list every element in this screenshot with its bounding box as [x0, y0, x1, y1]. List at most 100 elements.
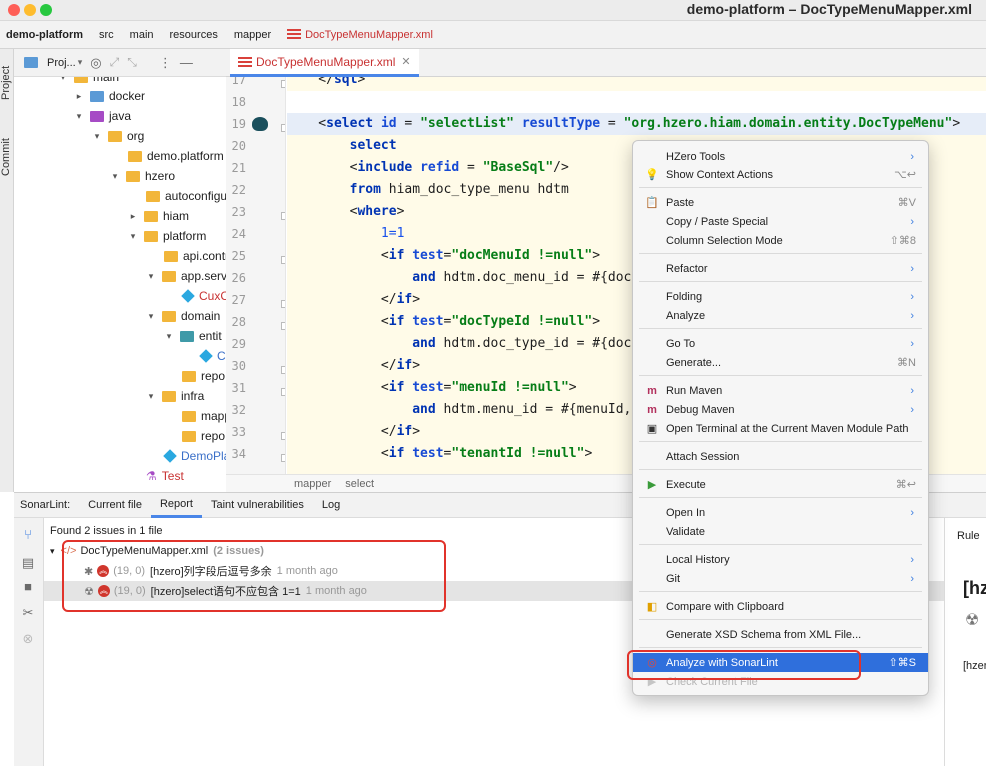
- fold-marker-icon[interactable]: [281, 212, 285, 220]
- chevron-right-icon: ›: [910, 384, 914, 397]
- fold-marker-icon[interactable]: [281, 256, 285, 264]
- chevron-down-icon: ▾: [148, 310, 154, 321]
- tree-item[interactable]: ▾ infra: [146, 386, 205, 406]
- menu-item-refactor[interactable]: Refactor ›: [633, 259, 928, 278]
- menu-item-debug-maven[interactable]: m Debug Maven ›: [633, 400, 928, 419]
- fold-marker-icon[interactable]: [281, 80, 285, 88]
- tab-report[interactable]: Report: [150, 492, 202, 518]
- tree-item[interactable]: ▾ hzero: [110, 166, 175, 186]
- tree-item[interactable]: ▸ docker: [74, 86, 145, 106]
- menu-item-execute[interactable]: ▶ Execute ⌘↩: [633, 475, 928, 494]
- menu-item-generate[interactable]: Generate... ⌘N: [633, 353, 928, 372]
- chevron-down-icon[interactable]: ▾: [78, 57, 83, 68]
- menu-item-open-in[interactable]: Open In ›: [633, 503, 928, 522]
- minimize-window-button[interactable]: [24, 4, 36, 16]
- project-tree: ▾main ▸docker ▾java ▾org demo.platform ▾…: [14, 77, 226, 492]
- folder-icon: [162, 390, 176, 402]
- editor-crumb-select[interactable]: select: [345, 478, 374, 490]
- tab-log[interactable]: Log: [313, 492, 349, 518]
- fold-marker-icon[interactable]: [281, 432, 285, 440]
- tree-item[interactable]: ⚗ Test: [146, 466, 184, 486]
- menu-item-open-terminal-maven[interactable]: ▣ Open Terminal at the Current Maven Modu…: [633, 419, 928, 438]
- mybatis-bird-icon[interactable]: [252, 117, 268, 131]
- window-title-bar: demo-platform – DocTypeMenuMapper.xml: [0, 0, 986, 21]
- fold-marker-icon[interactable]: [281, 322, 285, 330]
- menu-item-compare-with-clipboard[interactable]: ◧ Compare with Clipboard: [633, 597, 928, 616]
- menu-item-copy-paste-special[interactable]: Copy / Paste Special ›: [633, 212, 928, 231]
- tree-item[interactable]: api.contr: [164, 246, 226, 266]
- settings-tools-icon[interactable]: ✂: [21, 606, 35, 620]
- tree-item[interactable]: mapp: [182, 406, 226, 426]
- menu-item-local-history[interactable]: Local History ›: [633, 550, 928, 569]
- tab-rule[interactable]: Rule: [957, 530, 980, 542]
- project-tool-tab[interactable]: Project: [0, 55, 14, 111]
- chevron-right-icon: ▸: [130, 210, 136, 221]
- tree-item[interactable]: ▾ java: [74, 106, 131, 126]
- options-icon[interactable]: ⋮: [159, 55, 172, 71]
- expand-all-icon[interactable]: ⤢: [110, 55, 120, 70]
- menu-item-generate-xsd-schema[interactable]: Generate XSD Schema from XML File...: [633, 625, 928, 644]
- tree-item[interactable]: demo.platform: [128, 146, 224, 166]
- tree-item[interactable]: ▾ app.serv: [146, 266, 226, 286]
- tree-item[interactable]: ▾ org: [92, 126, 145, 146]
- tree-item[interactable]: repo: [182, 366, 225, 386]
- menu-item-column-selection-mode[interactable]: Column Selection Mode ⇧⌘8: [633, 231, 928, 250]
- nav-crumb-project[interactable]: demo-platform: [4, 29, 91, 41]
- project-view-selector[interactable]: Proj...: [47, 57, 76, 69]
- tree-item[interactable]: ▾ domain: [146, 306, 221, 326]
- context-menu: HZero Tools › 💡 Show Context Actions ⌥↩ 📋 Pa…: [632, 140, 929, 696]
- fold-marker-icon[interactable]: [281, 124, 285, 132]
- close-window-button[interactable]: [8, 4, 20, 16]
- menu-item-run-maven[interactable]: m Run Maven ›: [633, 381, 928, 400]
- tree-item[interactable]: C: [199, 346, 226, 366]
- annotation-highlight-issues: [62, 540, 446, 612]
- tree-item[interactable]: CuxC: [181, 286, 226, 306]
- hide-panel-icon[interactable]: —: [180, 55, 193, 70]
- nav-crumb-src[interactable]: src: [91, 29, 122, 41]
- tree-item[interactable]: repo: [182, 426, 225, 446]
- menu-item-attach-session[interactable]: Attach Session: [633, 447, 928, 466]
- compare-icon: ◧: [646, 600, 658, 613]
- locate-icon[interactable]: ◎: [90, 55, 101, 71]
- folder-scan-icon[interactable]: ▤: [21, 556, 35, 570]
- tab-current-file[interactable]: Current file: [79, 492, 151, 518]
- line-number: 18: [231, 95, 246, 109]
- menu-item-show-context-actions[interactable]: 💡 Show Context Actions ⌥↩: [633, 165, 928, 184]
- fold-marker-icon[interactable]: [281, 300, 285, 308]
- tree-item[interactable]: ▸ hiam: [128, 206, 189, 226]
- zoom-window-button[interactable]: [40, 4, 52, 16]
- stop-icon[interactable]: ■: [21, 580, 35, 594]
- editor-crumb-mapper[interactable]: mapper: [294, 478, 331, 490]
- editor-tab-doctypemenumapper[interactable]: DocTypeMenuMapper.xml ✕: [230, 49, 419, 77]
- close-icon[interactable]: ✕: [401, 55, 410, 68]
- tab-taint-vulnerabilities[interactable]: Taint vulnerabilities: [202, 492, 313, 518]
- tree-structure-icon[interactable]: ⑂: [21, 528, 35, 542]
- collapse-all-icon[interactable]: ⤡: [127, 55, 137, 70]
- menu-item-validate[interactable]: Validate: [633, 522, 928, 541]
- fold-marker-icon[interactable]: [281, 388, 285, 396]
- nav-crumb-mapper[interactable]: mapper: [226, 29, 279, 41]
- menu-item-go-to[interactable]: Go To ›: [633, 334, 928, 353]
- menu-item-analyze[interactable]: Analyze ›: [633, 306, 928, 325]
- tree-item[interactable]: ▾ entit: [164, 326, 222, 346]
- fold-marker-icon[interactable]: [281, 366, 285, 374]
- window-title: demo-platform – DocTypeMenuMapper.xml: [686, 1, 972, 17]
- nav-crumb-resources[interactable]: resources: [162, 29, 226, 41]
- menu-item-folding[interactable]: Folding ›: [633, 287, 928, 306]
- play-icon: ▶: [647, 478, 657, 491]
- commit-tool-tab[interactable]: Commit: [0, 129, 14, 185]
- menu-item-git[interactable]: Git ›: [633, 569, 928, 588]
- tree-item[interactable]: DemoPla: [163, 446, 226, 466]
- tree-item[interactable]: ▾ platform: [128, 226, 207, 246]
- nav-crumb-file[interactable]: DocTypeMenuMapper.xml: [279, 28, 441, 41]
- tree-item[interactable]: autoconfigu: [146, 186, 226, 206]
- menu-item-paste[interactable]: 📋 Paste ⌘V: [633, 193, 928, 212]
- nav-crumb-main[interactable]: main: [122, 29, 162, 41]
- fold-marker-icon[interactable]: [281, 454, 285, 462]
- menu-item-hzero-tools[interactable]: HZero Tools ›: [633, 147, 928, 166]
- chevron-right-icon: ›: [910, 262, 914, 275]
- chevron-down-icon: ▾: [148, 390, 154, 401]
- class-icon: [163, 449, 177, 463]
- clear-icon[interactable]: ⊗: [21, 632, 35, 646]
- clipboard-icon: 📋: [645, 196, 659, 209]
